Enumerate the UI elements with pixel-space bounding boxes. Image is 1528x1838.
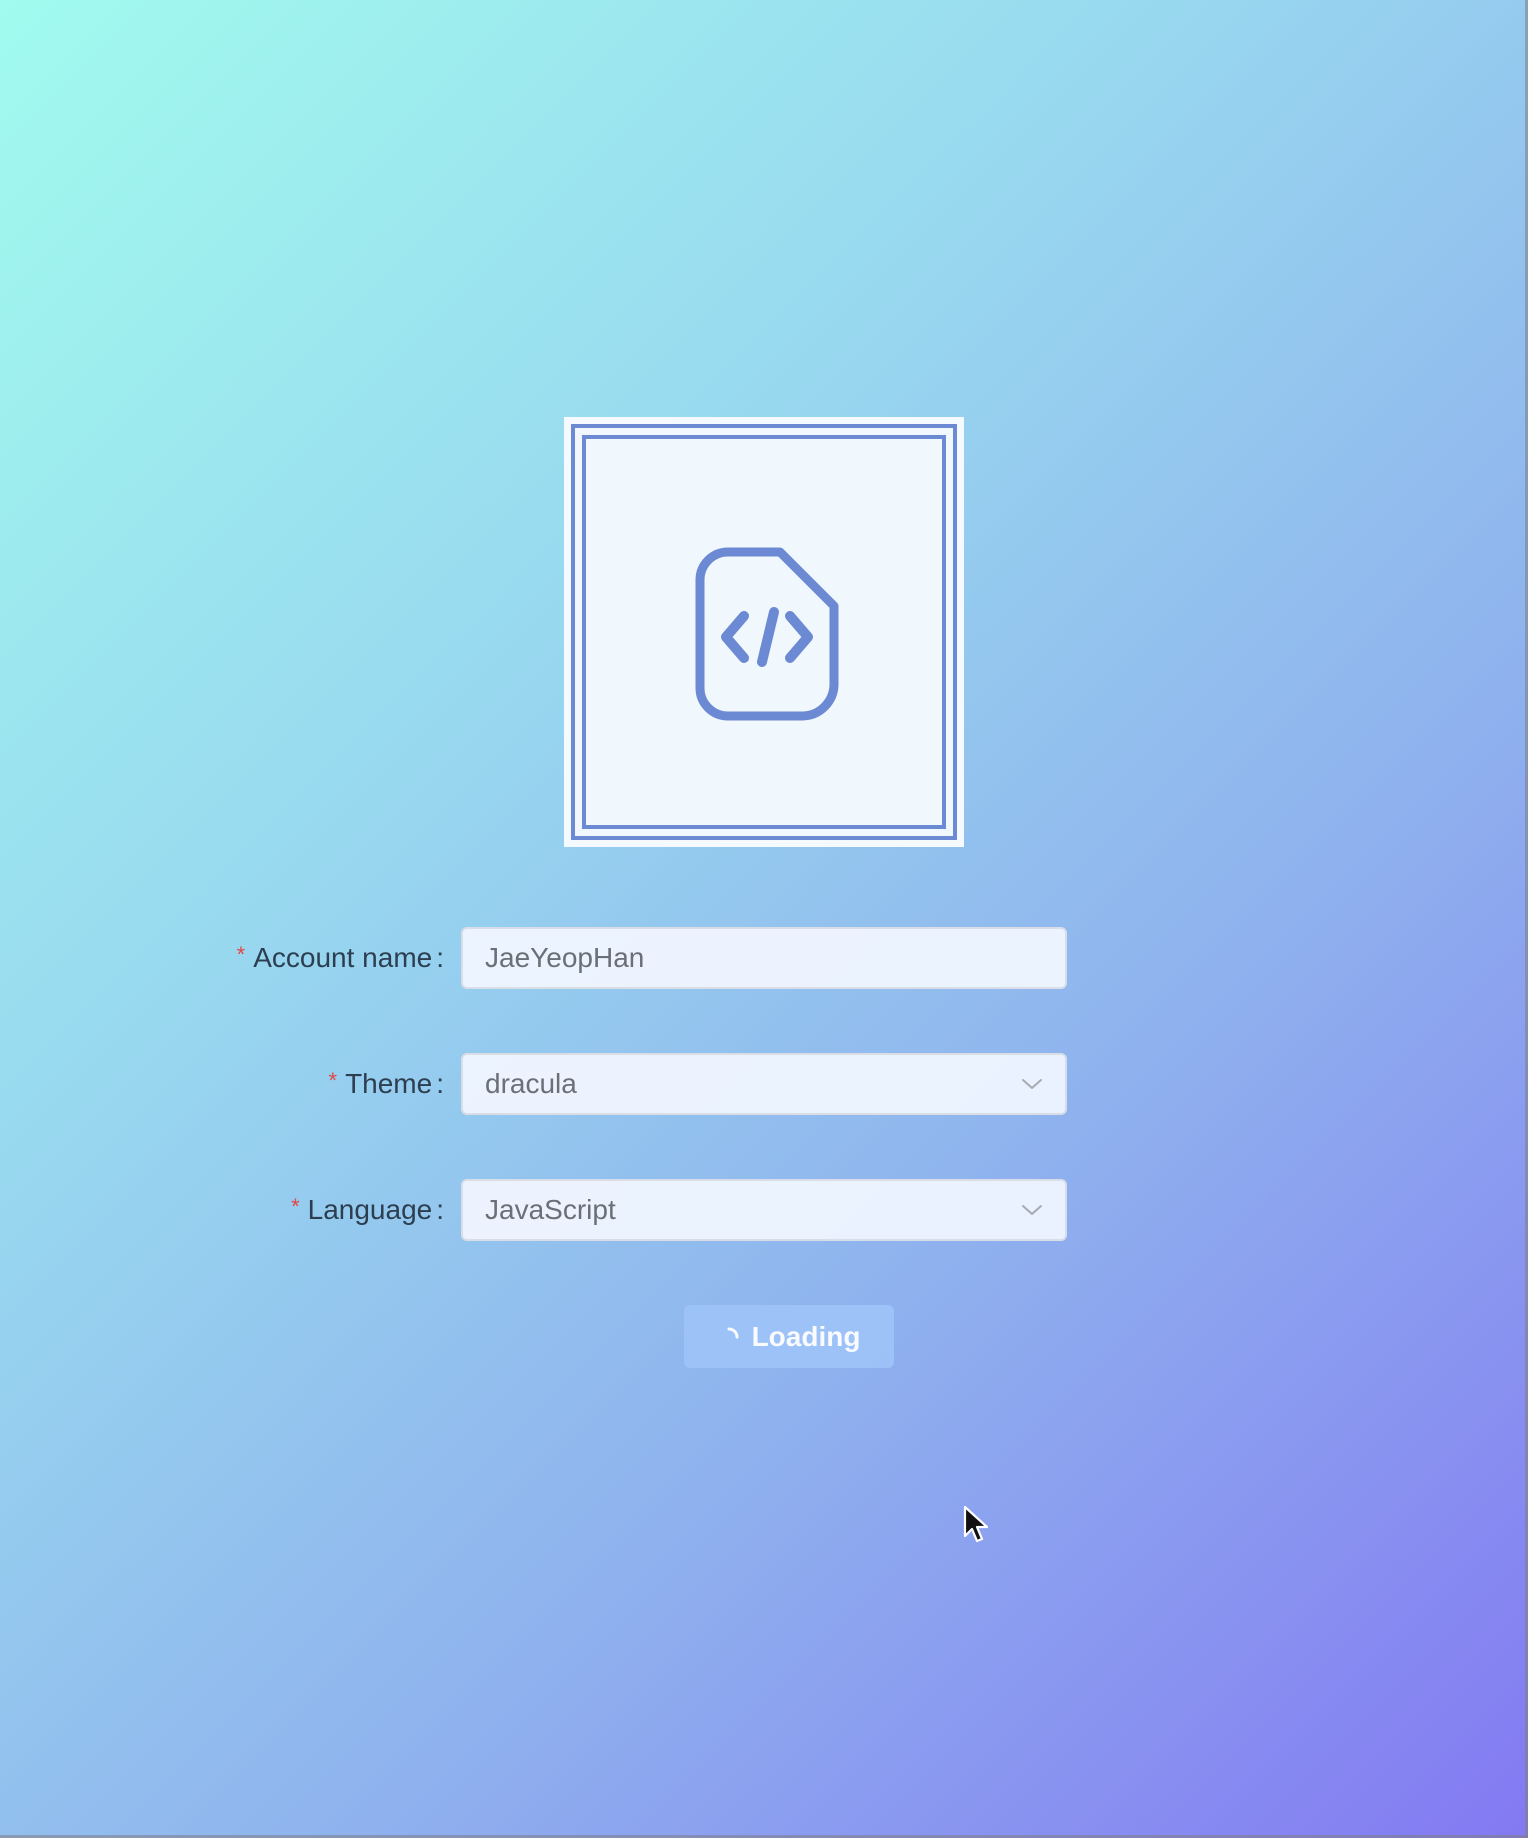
theme-label-text: Theme [345,1068,433,1099]
chevron-down-icon [1022,1205,1042,1215]
label-colon: : [436,1068,444,1099]
required-mark: * [291,1194,300,1219]
label-colon: : [436,942,444,973]
required-mark: * [236,942,246,967]
theme-select-value: dracula [485,1068,577,1099]
loading-submit-button[interactable]: Loading [684,1305,894,1368]
language-select-value: JavaScript [485,1194,616,1225]
account-name-input[interactable] [461,927,1067,989]
theme-select[interactable]: dracula [461,1053,1067,1115]
code-file-icon [695,547,839,721]
language-label-text: Language [307,1194,433,1225]
required-mark: * [328,1068,338,1093]
loading-button-label: Loading [751,1320,861,1352]
app-logo [564,417,964,847]
language-select[interactable]: JavaScript [461,1179,1067,1241]
account-name-label: * Account name : [237,927,444,989]
theme-label: * Theme : [329,1053,445,1115]
spinner-icon [727,1327,739,1338]
mouse-cursor-icon [963,1505,989,1543]
account-name-label-text: Account name [253,942,433,973]
language-label: * Language : [291,1179,444,1241]
label-colon: : [436,1194,444,1225]
chevron-down-icon [1022,1079,1042,1089]
